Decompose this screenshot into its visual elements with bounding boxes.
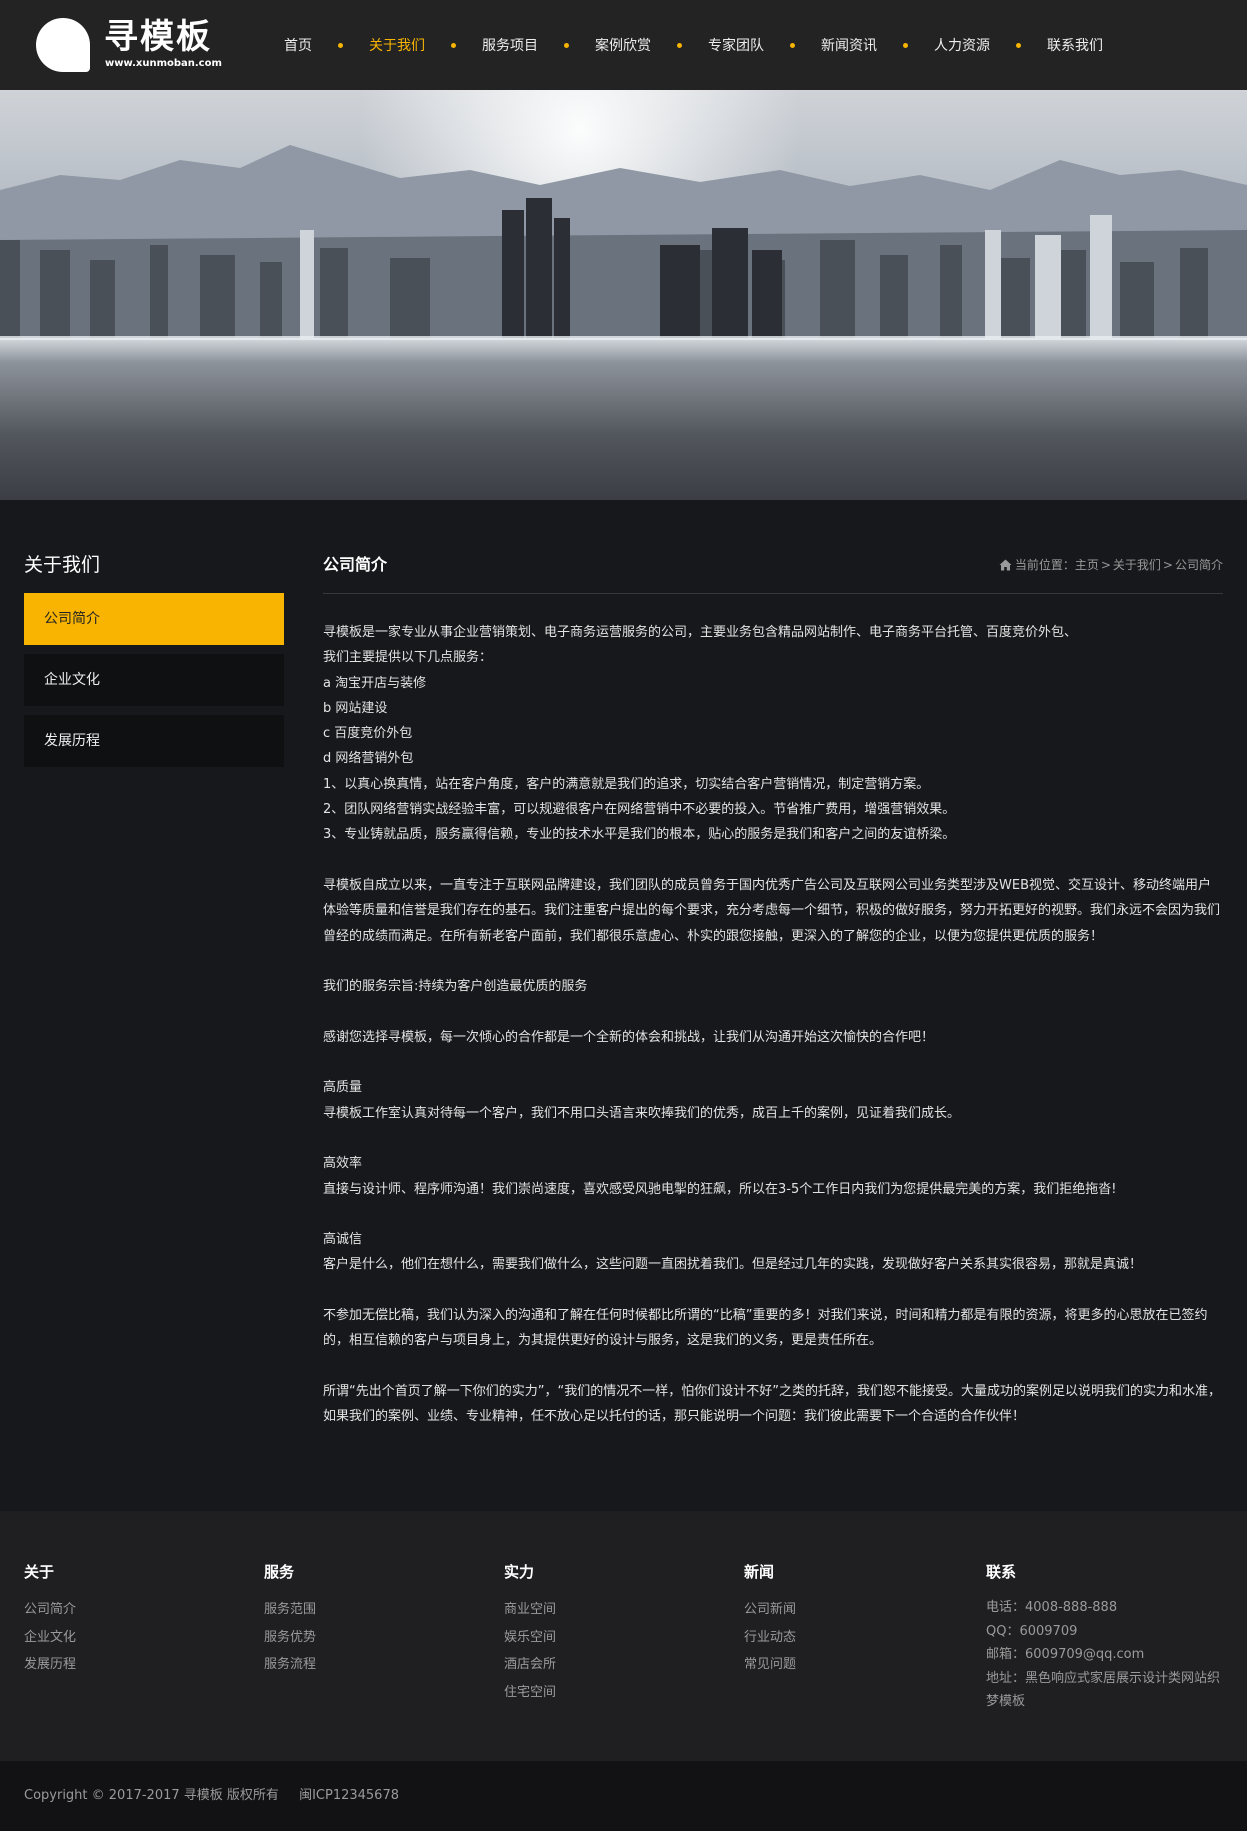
- nav-item-7[interactable]: 联系我们: [1021, 35, 1129, 55]
- content-paragraph: 高效率: [323, 1156, 363, 1172]
- footer-link[interactable]: 公司新闻: [744, 1596, 984, 1624]
- breadcrumb: 当前位置： 主页 > 关于我们 > 公司简介: [999, 556, 1223, 573]
- content-paragraph: 2、团队网络营销实战经验丰富，可以规避很客户在网络营销中不必要的投入。节省推广费…: [323, 802, 956, 818]
- contact-email: 邮箱：6009709@qq.com: [986, 1647, 1145, 1662]
- footer-column-title: 关于: [24, 1563, 55, 1581]
- contact-qq: QQ：6009709: [986, 1623, 1078, 1639]
- nav-item-5[interactable]: 新闻资讯: [795, 35, 903, 55]
- footer-column-0: 关于公司简介 企业文化 发展历程: [24, 1561, 264, 1679]
- footer-link[interactable]: 商业空间: [504, 1596, 744, 1624]
- content-paragraph: 直接与设计师、程序师沟通！我们崇尚速度，喜欢感受风驰电掣的狂飙，所以在3-5个工…: [323, 1181, 1117, 1197]
- content-body: 寻模板是一家专业从事企业营销策划、电子商务运营服务的公司，主要业务包含精品网站制…: [323, 620, 1223, 1430]
- contact-address: 地址：黑色响应式家居展示设计类网站织梦模板: [986, 1670, 1221, 1710]
- site-logo[interactable]: 寻模板 www.xunmoban.com: [36, 16, 226, 74]
- content-area: 公司简介 当前位置： 主页 > 关于我们 > 公司简介 寻模板是一家专业从事企业营销策划…: [323, 550, 1223, 1430]
- main-nav: 首页 关于我们 服务项目 案例欣赏 专家团队 新闻资讯 人力资源 联系我们: [258, 0, 1129, 90]
- content-paragraph: 我们主要提供以下几点服务：: [323, 650, 493, 666]
- breadcrumb-separator: >: [1100, 557, 1111, 572]
- contact-phone: 电话：4008-888-888: [986, 1600, 1118, 1615]
- logo-url: www.xunmoban.com: [105, 58, 222, 69]
- footer-column-title: 服务: [264, 1563, 295, 1581]
- nav-item-1[interactable]: 关于我们: [343, 35, 451, 55]
- content-paragraph: b 网站建设: [323, 700, 388, 716]
- footer-column-title: 新闻: [744, 1563, 775, 1581]
- content-paragraph: 所谓“先出个首页了解一下你们的实力”，“我们的情况不一样，怕你们设计不好”之类的…: [323, 1383, 1221, 1425]
- footer-link[interactable]: 企业文化: [24, 1624, 264, 1652]
- nav-item-4[interactable]: 专家团队: [682, 35, 790, 55]
- sidebar-item-0[interactable]: 公司简介: [24, 593, 284, 645]
- breadcrumb-item-1[interactable]: 关于我们: [1113, 556, 1161, 573]
- home-icon: [999, 559, 1012, 570]
- footer-link[interactable]: 发展历程: [24, 1651, 264, 1679]
- content-paragraph: 寻模板是一家专业从事企业营销策划、电子商务运营服务的公司，主要业务包含精品网站制…: [323, 625, 1078, 640]
- footer-column-title: 实力: [504, 1563, 535, 1581]
- content-header: 公司简介 当前位置： 主页 > 关于我们 > 公司简介: [323, 550, 1223, 594]
- logo-mark-icon: [36, 18, 90, 72]
- footer-column-2: 实力商业空间 娱乐空间 酒店会所 住宅空间: [504, 1561, 744, 1706]
- footer-link[interactable]: 服务优势: [264, 1624, 504, 1652]
- footer-contact: 联系 电话：4008-888-888 QQ：6009709 邮箱：6009709…: [986, 1561, 1226, 1714]
- footer-link[interactable]: 住宅空间: [504, 1679, 744, 1707]
- hero-banner: [0, 90, 1247, 500]
- logo-text: 寻模板: [104, 17, 212, 57]
- nav-item-0[interactable]: 首页: [258, 35, 338, 55]
- content-paragraph: 高诚信: [323, 1232, 363, 1248]
- nav-item-6[interactable]: 人力资源: [908, 35, 1016, 55]
- content-paragraph: 不参加无偿比稿，我们认为深入的沟通和了解在任何时候都比所谓的“比稿”重要的多！对…: [323, 1308, 1208, 1349]
- site-header: 寻模板 www.xunmoban.com 首页 关于我们 服务项目 案例欣赏 专家团队新…: [0, 0, 1247, 90]
- nav-item-3[interactable]: 案例欣赏: [569, 35, 677, 55]
- copyright-bar: Copyright © 2017-2017 寻模板 版权所有 闽ICP12345…: [0, 1761, 1247, 1831]
- city-skyline-image: [0, 90, 1247, 500]
- copyright-text: Copyright © 2017-2017 寻模板 版权所有: [24, 1788, 279, 1803]
- breadcrumb-item-0[interactable]: 主页: [1075, 556, 1099, 573]
- footer-link[interactable]: 服务范围: [264, 1596, 504, 1624]
- main-section: 关于我们 公司简介 企业文化 发展历程 公司简介 当前位置： 主页 > 关于我们 > 公司简…: [0, 500, 1247, 1511]
- content-paragraph: 高质量: [323, 1080, 363, 1096]
- breadcrumb-label: 当前位置：: [1014, 558, 1075, 572]
- site-footer: 新闻 公司新闻 行业动态 常见问题 实力 商业空间 娱乐空间 酒店会所 住宅空间 服务 服务范围 服务…: [0, 1511, 1247, 1761]
- breadcrumb-separator: >: [1162, 557, 1173, 572]
- footer-column-3: 新闻公司新闻 行业动态 常见问题: [744, 1561, 984, 1679]
- content-paragraph: 寻模板自成立以来，一直专注于互联网品牌建设，我们团队的成员曾务于国内优秀广告公司…: [323, 877, 1221, 944]
- footer-link[interactable]: 服务流程: [264, 1651, 504, 1679]
- sidebar-title: 关于我们: [24, 554, 101, 576]
- sidebar-item-1[interactable]: 企业文化: [24, 654, 284, 706]
- icp-number[interactable]: 闽ICP12345678: [299, 1788, 399, 1803]
- footer-link[interactable]: 酒店会所: [504, 1651, 744, 1679]
- content-paragraph: d 网络营销外包: [323, 751, 414, 767]
- footer-column-1: 服务服务范围 服务优势 服务流程: [264, 1561, 504, 1679]
- footer-contact-title: 联系: [986, 1563, 1017, 1581]
- nav-item-2[interactable]: 服务项目: [456, 35, 564, 55]
- content-paragraph: 1、以真心换真情，站在客户角度，客户的满意就是我们的追求，切实结合客户营销情况，…: [323, 776, 930, 792]
- sidebar-menu: 公司简介企业文化发展历程: [24, 593, 284, 776]
- footer-link[interactable]: 常见问题: [744, 1651, 984, 1679]
- content-paragraph: 3、专业铸就品质，服务赢得信赖，专业的技术水平是我们的根本，贴心的服务是我们和客…: [323, 827, 956, 843]
- footer-link[interactable]: 娱乐空间: [504, 1624, 744, 1652]
- footer-link[interactable]: 行业动态: [744, 1624, 984, 1652]
- footer-link[interactable]: 公司简介: [24, 1596, 264, 1624]
- content-paragraph: 我们的服务宗旨:持续为客户创造最优质的服务: [323, 979, 588, 995]
- content-paragraph: 客户是什么，他们在想什么，需要我们做什么，这些问题一直困扰着我们。但是经过几年的…: [323, 1257, 1143, 1273]
- breadcrumb-item-2: 公司简介: [1174, 558, 1223, 572]
- content-paragraph: a 淘宝开店与装修: [323, 675, 427, 691]
- sidebar-item-2[interactable]: 发展历程: [24, 715, 284, 767]
- content-paragraph: 寻模板工作室认真对待每一个客户，我们不用口头语言来吹捧我们的优秀，成百上千的案例…: [323, 1105, 961, 1121]
- content-paragraph: c 百度竞价外包: [323, 726, 413, 742]
- content-paragraph: 感谢您选择寻模板，每一次倾心的合作都是一个全新的体会和挑战，让我们从沟通开始这次…: [323, 1029, 935, 1045]
